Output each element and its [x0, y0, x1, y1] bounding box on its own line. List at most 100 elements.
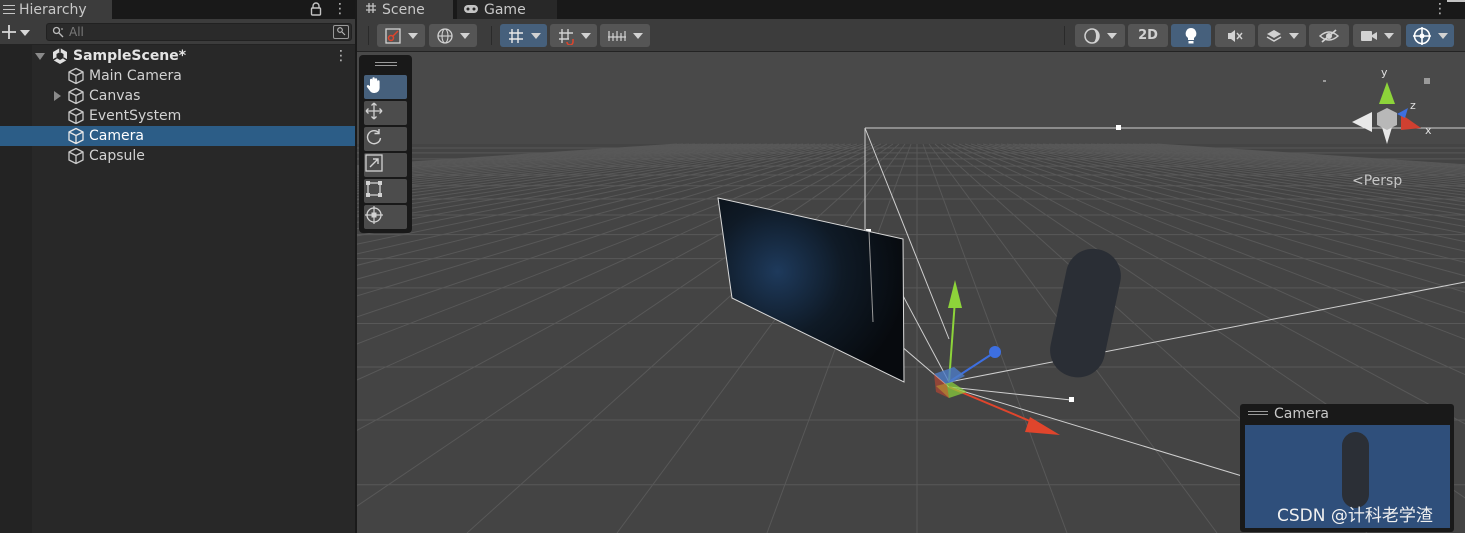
snap-icon	[558, 28, 574, 45]
hierarchy-menu-icon[interactable]: ⋮	[333, 1, 347, 17]
chevron-left-icon: <	[1352, 173, 1364, 189]
chevron-down-icon	[1438, 32, 1448, 39]
scene-camera-dropdown[interactable]	[1353, 24, 1401, 47]
gameobject-cube-icon	[67, 67, 85, 85]
hierarchy-panel: Hierarchy ⋮ SampleScene*	[0, 0, 355, 533]
gameobject-cube-icon	[67, 127, 85, 145]
frustum-handle	[1116, 125, 1121, 130]
hierarchy-item-main-camera[interactable]: Main Camera	[0, 66, 355, 86]
move-arrows-icon	[365, 102, 383, 120]
hierarchy-item-label: EventSystem	[89, 108, 182, 124]
transform-tool[interactable]	[364, 205, 407, 229]
gameobject-cube-icon	[67, 107, 85, 125]
hierarchy-toolbar	[0, 19, 355, 45]
audio-toggle[interactable]	[1215, 24, 1255, 47]
grid-snap-dropdown[interactable]	[500, 24, 547, 47]
search-filter-icon[interactable]	[333, 25, 349, 39]
gizmo-axis-x: x	[1425, 124, 1432, 137]
chevron-down-icon	[580, 32, 591, 39]
foldout-open-icon[interactable]	[35, 53, 45, 60]
rect-transform-icon	[366, 181, 382, 197]
toolbar-separator	[1064, 26, 1065, 45]
gizmo-globe-icon	[1413, 26, 1431, 45]
gizmos-dropdown[interactable]	[1406, 24, 1454, 47]
hierarchy-search	[46, 23, 352, 41]
layers-icon	[1266, 29, 1282, 42]
hierarchy-tab-label: Hierarchy	[19, 1, 87, 18]
gameobject-cube-icon	[67, 147, 85, 165]
lightbulb-icon	[1185, 27, 1197, 43]
pivot-icon	[385, 27, 401, 44]
lighting-toggle[interactable]	[1171, 24, 1211, 47]
tab-scene-label: Scene	[382, 1, 425, 18]
tab-game[interactable]: Game	[457, 0, 557, 19]
hierarchy-item-canvas[interactable]: Canvas	[0, 86, 355, 106]
lock-icon[interactable]	[310, 2, 322, 16]
video-camera-icon	[1361, 30, 1377, 41]
hierarchy-item-eventsystem[interactable]: EventSystem	[0, 106, 355, 126]
camera-preview-title: Camera	[1274, 406, 1329, 422]
search-input[interactable]	[69, 24, 329, 40]
rotate-tool[interactable]	[364, 127, 407, 151]
scene-tab-bar: Scene Game ⋮	[357, 0, 1465, 19]
scale-tool[interactable]	[364, 153, 407, 177]
tab-game-label: Game	[484, 1, 526, 18]
chevron-down-icon	[1107, 32, 1117, 39]
chevron-down-icon	[633, 32, 643, 39]
maximize-icon[interactable]	[1447, 0, 1465, 19]
effects-dropdown[interactable]	[1258, 24, 1306, 47]
search-icon	[52, 26, 64, 41]
hierarchy-tab-bar: Hierarchy ⋮	[0, 0, 355, 19]
scale-icon	[365, 154, 383, 172]
overlay-grip-icon[interactable]	[375, 62, 397, 66]
foldout-closed-icon[interactable]	[54, 91, 61, 101]
hash-icon	[365, 2, 377, 17]
chevron-down-icon	[1289, 32, 1299, 39]
scene-menu-icon[interactable]: ⋮	[334, 48, 348, 64]
scene-toolbar: 2D	[357, 19, 1465, 52]
hidden-eye-icon	[1318, 28, 1340, 43]
scene-row[interactable]: SampleScene* ⋮	[0, 46, 355, 66]
hierarchy-item-capsule[interactable]: Capsule	[0, 146, 355, 166]
gamepad-icon	[463, 3, 479, 17]
shading-sphere-icon	[1084, 27, 1100, 44]
capsule-preview	[1342, 432, 1369, 508]
ruler-dropdown[interactable]	[600, 24, 650, 47]
draw-mode-dropdown[interactable]	[377, 24, 425, 47]
plus-icon	[2, 25, 16, 39]
scene-visibility-toggle[interactable]	[1309, 24, 1349, 47]
hand-tool[interactable]	[364, 75, 407, 99]
scene-name: SampleScene*	[73, 48, 187, 64]
watermark: CSDN @计科老学渣	[1277, 506, 1433, 526]
shading-mode-dropdown[interactable]	[1075, 24, 1125, 47]
scene-menu-icon[interactable]: ⋮	[1433, 1, 1447, 17]
globe-icon	[437, 27, 453, 44]
global-local-dropdown[interactable]	[429, 24, 477, 47]
hierarchy-tab[interactable]: Hierarchy	[0, 0, 112, 19]
gizmo-axis-y: y	[1381, 66, 1388, 79]
gameobject-cube-icon	[67, 87, 85, 105]
hierarchy-item-label: Camera	[89, 128, 144, 144]
hierarchy-item-label: Main Camera	[89, 68, 182, 84]
scene-viewport[interactable]: y z x <Persp Camera CSDN @计科老学渣	[357, 52, 1465, 533]
list-icon	[3, 5, 15, 14]
hierarchy-item-camera[interactable]: Camera	[0, 126, 355, 146]
move-tool[interactable]	[364, 101, 407, 125]
transform-icon	[365, 206, 383, 224]
increment-snap-dropdown[interactable]	[550, 24, 597, 47]
projection-toggle[interactable]: <Persp	[1352, 173, 1402, 189]
projection-label: Persp	[1363, 173, 1403, 189]
overlay-grip-icon[interactable]	[1248, 411, 1268, 415]
gizmo-axis-z: z	[1410, 99, 1416, 112]
mode-2d-toggle[interactable]: 2D	[1128, 24, 1168, 47]
frustum-handle	[1069, 397, 1074, 402]
tab-scene[interactable]: Scene	[357, 0, 453, 19]
tools-overlay	[359, 55, 412, 233]
hierarchy-item-label: Capsule	[89, 148, 145, 164]
toolbar-separator	[368, 26, 369, 45]
grid-snap-icon	[508, 28, 523, 43]
chevron-down-icon	[460, 32, 470, 39]
hierarchy-item-label: Canvas	[89, 88, 141, 104]
rect-tool[interactable]	[364, 179, 407, 203]
create-dropdown-button[interactable]	[0, 22, 34, 42]
